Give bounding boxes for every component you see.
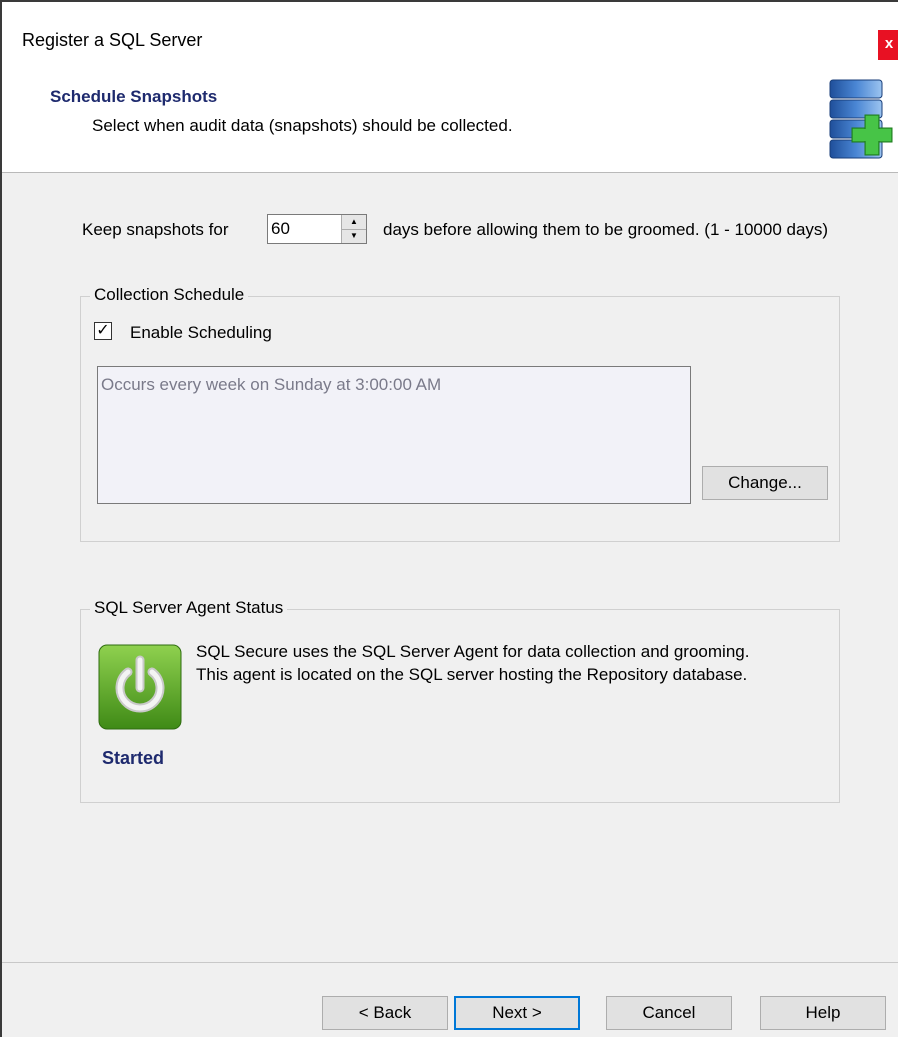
next-button[interactable]: Next > xyxy=(454,996,580,1030)
page-subtitle: Select when audit data (snapshots) shoul… xyxy=(92,116,513,135)
stepper-buttons: ▲ ▼ xyxy=(341,215,366,243)
retention-suffix-label: days before allowing them to be groomed.… xyxy=(383,220,829,239)
agent-status-label: SQL Server Agent Status xyxy=(90,598,288,618)
stepper-up-icon[interactable]: ▲ xyxy=(342,215,366,230)
schedule-description-box: Occurs every week on Sunday at 3:00:00 A… xyxy=(97,366,691,504)
agent-description-line1: SQL Secure uses the SQL Server Agent for… xyxy=(196,642,750,661)
back-button[interactable]: < Back xyxy=(322,996,448,1030)
stepper-down-icon[interactable]: ▼ xyxy=(342,229,366,243)
retention-label: Keep snapshots for xyxy=(82,220,229,239)
power-icon xyxy=(98,644,182,730)
agent-status-group xyxy=(80,609,840,803)
title-bar: Register a SQL Server x xyxy=(2,2,898,72)
window-title: Register a SQL Server xyxy=(22,30,203,50)
enable-scheduling-checkbox[interactable]: ✓ xyxy=(94,322,112,340)
page-title: Schedule Snapshots xyxy=(50,87,218,106)
wizard-header: Schedule Snapshots Select when audit dat… xyxy=(2,72,898,173)
collection-schedule-label: Collection Schedule xyxy=(90,285,249,305)
register-sql-server-dialog: Register a SQL Server x Schedule Snapsho… xyxy=(0,0,898,1037)
close-button[interactable]: x xyxy=(878,30,898,60)
enable-scheduling-label[interactable]: Enable Scheduling xyxy=(130,323,272,343)
retention-days-stepper[interactable]: 60 ▲ ▼ xyxy=(267,214,367,244)
agent-status-text: Started xyxy=(102,748,165,768)
agent-description-line2: This agent is located on the SQL server … xyxy=(196,665,748,684)
footer-divider xyxy=(2,962,898,963)
database-add-icon xyxy=(829,79,893,159)
schedule-description: Occurs every week on Sunday at 3:00:00 A… xyxy=(101,375,442,394)
help-button[interactable]: Help xyxy=(760,996,886,1030)
change-schedule-button[interactable]: Change... xyxy=(702,466,828,500)
retention-days-value[interactable]: 60 xyxy=(271,219,290,239)
cancel-button[interactable]: Cancel xyxy=(606,996,732,1030)
